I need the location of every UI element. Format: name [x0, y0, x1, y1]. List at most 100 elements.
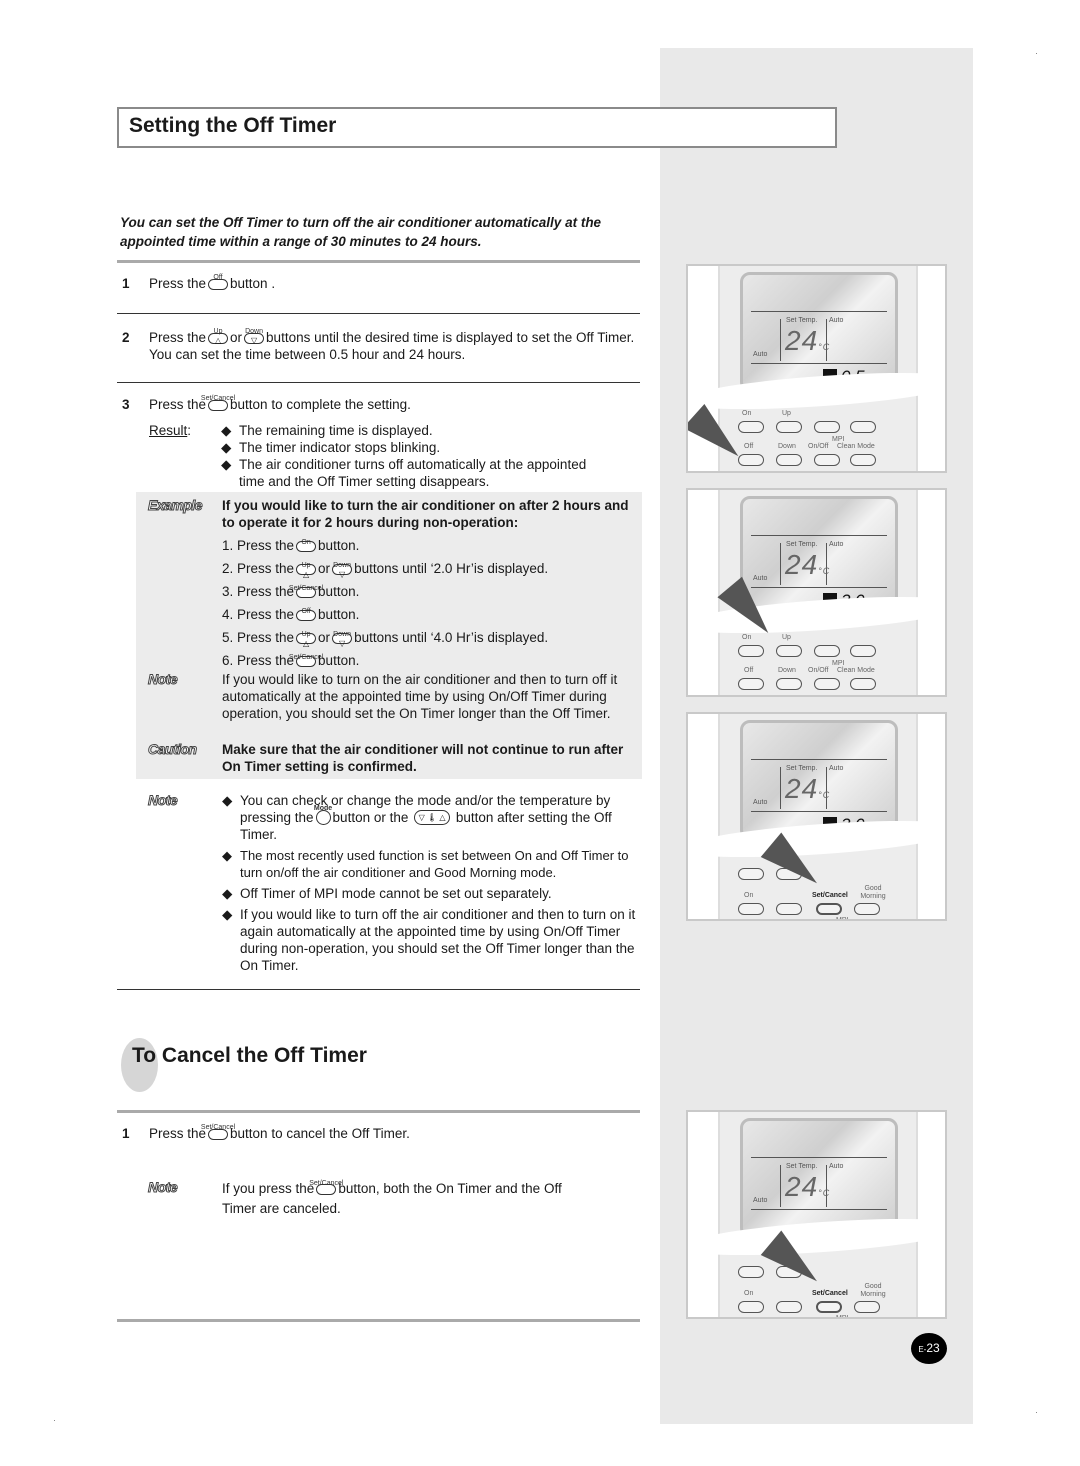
example-line: 3. Press the Set/Cancel button.	[222, 580, 632, 603]
temperature-readout: 24°C	[785, 773, 830, 805]
note-label: Note	[147, 792, 178, 809]
divider	[117, 1319, 640, 1322]
figure-detail	[751, 811, 887, 812]
caution-label: Caution	[148, 741, 198, 758]
figure-detail: 24	[785, 325, 819, 356]
caution-text: Make sure that the air conditioner will …	[222, 742, 624, 774]
remote-control-figure: Set Temp. Auto Auto 24°C On Set/Cancel G…	[686, 1110, 947, 1319]
result-item: The air conditioner turns off automatica…	[239, 457, 587, 489]
step-1: 1 Press the Off button .	[122, 274, 642, 292]
fan-auto-label: Auto	[829, 765, 844, 772]
note-item: You can check or change the mode and/or …	[240, 792, 637, 843]
step-text: button to complete the setting.	[230, 397, 411, 412]
note-item: Off Timer of MPI mode cannot be set out …	[240, 886, 552, 901]
page-title: Setting the Off Timer	[117, 107, 837, 148]
step-number: 3	[122, 397, 130, 412]
remote-control-figure: Set Temp. Auto Auto 24°C Off 0.5Hr On Up…	[686, 264, 947, 473]
key	[850, 421, 876, 433]
key-label: MPI	[832, 436, 845, 443]
key-label: MPI	[836, 1315, 849, 1319]
figure-detail: 24	[785, 773, 819, 804]
figure-detail: °C	[818, 790, 831, 800]
divider	[117, 260, 640, 263]
example-line: 1. Press the On button.	[222, 534, 632, 557]
key-label: Clean Mode	[837, 667, 875, 674]
up-key	[776, 645, 802, 657]
text: Off	[301, 608, 311, 615]
step-text: button .	[230, 276, 276, 291]
key-label: Up	[782, 634, 791, 641]
text: 4. Press the	[222, 607, 295, 622]
figure-detail	[780, 1165, 781, 1207]
figure-detail	[751, 587, 887, 588]
text: button or the	[332, 810, 409, 825]
off-button-icon: Off	[296, 608, 317, 621]
figure-detail: °C	[818, 1188, 831, 1198]
temperature-readout: 24°C	[785, 549, 830, 581]
figure-detail	[751, 759, 887, 760]
figure-detail	[751, 311, 887, 312]
fan-auto-label: Auto	[829, 1163, 844, 1170]
figure-detail: 24	[785, 549, 819, 580]
text: or	[318, 630, 331, 645]
key-label: Down	[778, 443, 796, 450]
text: Set/Cancel	[200, 1124, 236, 1131]
remote-control: Set Temp. Auto Auto 24°C On Set/Cancel G…	[718, 1112, 918, 1319]
crop-mark	[1036, 53, 1037, 54]
text: Mode	[313, 805, 333, 812]
text: Set/Cancel	[288, 585, 324, 592]
figure-detail	[751, 1209, 887, 1210]
set-cancel-key	[816, 903, 842, 915]
note-text: If you would like to turn on the air con…	[222, 672, 618, 721]
set-temp-label: Set Temp.	[786, 1163, 818, 1170]
down-key	[776, 678, 802, 690]
example-line: 6. Press the Set/Cancel button.	[222, 649, 632, 672]
down-key	[776, 454, 802, 466]
cancel-note-text: If you press the Set/Cancel button, both t…	[222, 1179, 562, 1219]
on-key	[738, 421, 764, 433]
divider	[117, 989, 640, 990]
temperature-readout: 24°C	[785, 325, 830, 357]
remote-control: Set Temp. Auto Auto 24°C Off 0.5Hr On Up…	[718, 266, 918, 471]
fan-auto-label: Auto	[829, 317, 844, 324]
example-line: 4. Press the Off button.	[222, 603, 632, 626]
up-key	[776, 1301, 802, 1313]
on-key	[738, 645, 764, 657]
key	[850, 645, 876, 657]
up-button-icon: Up △	[296, 631, 317, 648]
text: If you press the	[222, 1181, 315, 1196]
set-cancel-button-icon: Set/Cancel	[201, 1124, 235, 1140]
set-cancel-button-icon: Set/Cancel	[289, 585, 323, 598]
step-number: 1	[122, 1126, 130, 1141]
key	[738, 868, 764, 880]
mpi-on-off-key	[814, 678, 840, 690]
step-3: 3 Press the Set/Cancel button to complete …	[122, 395, 642, 490]
set-temp-label: Set Temp.	[786, 765, 818, 772]
key-label: MPI	[836, 917, 849, 921]
down-button-icon: Down ▽	[332, 631, 353, 648]
crop-mark	[1036, 1412, 1037, 1413]
example-label: Example	[147, 497, 203, 514]
set-cancel-button-icon: Set/Cancel	[201, 395, 235, 411]
figure-detail	[751, 1157, 887, 1158]
text: On	[301, 539, 311, 546]
key	[814, 645, 840, 657]
down-button-icon: Down ▽	[244, 328, 265, 345]
text: button to cancel the Off Timer.	[230, 1126, 410, 1141]
key-label: On	[744, 892, 754, 899]
text: Set/Cancel	[200, 395, 236, 402]
example-heading: If you would like to turn the air condit…	[222, 498, 629, 530]
good-morning-key	[854, 1301, 880, 1313]
up-key	[776, 903, 802, 915]
step-text: Press the	[149, 276, 207, 291]
clean-mode-key	[850, 454, 876, 466]
text: or	[318, 561, 331, 576]
on-key	[738, 1301, 764, 1313]
divider	[117, 382, 640, 383]
temperature-readout: 24°C	[785, 1171, 830, 1203]
mpi-on-off-key	[814, 454, 840, 466]
note-label: Note	[147, 671, 178, 688]
figure-detail	[780, 543, 781, 585]
key-label: Set/Cancel	[812, 892, 848, 899]
key-label: On	[744, 1290, 754, 1297]
